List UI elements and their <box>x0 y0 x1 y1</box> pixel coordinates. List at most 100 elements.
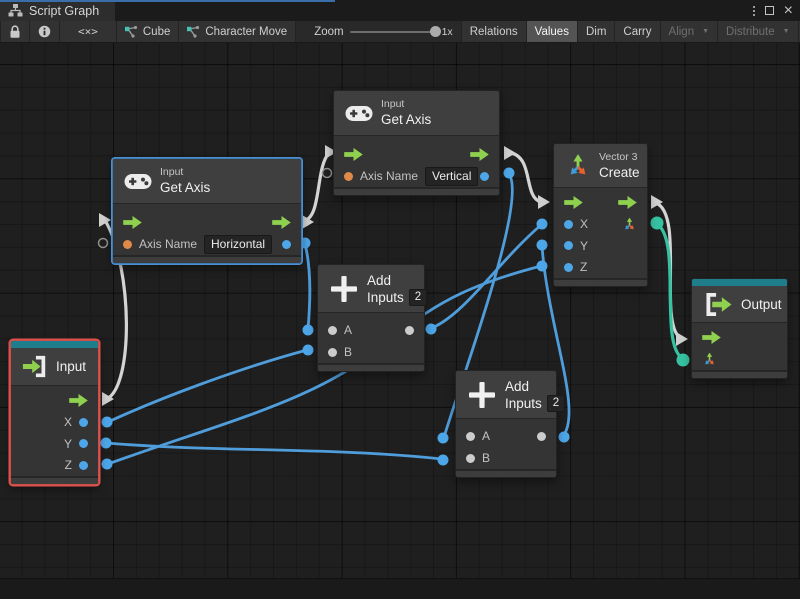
breadcrumb-cube[interactable]: Cube <box>117 21 180 42</box>
info-button[interactable] <box>30 21 60 42</box>
toggle-dim[interactable]: Dim <box>578 21 615 42</box>
vector3-mini-icon[interactable] <box>622 217 637 232</box>
port-label: X <box>64 415 72 429</box>
dot-blue-icon[interactable] <box>79 418 88 427</box>
dot-blue-icon[interactable] <box>79 461 88 470</box>
graph-icon <box>125 26 138 38</box>
node-vector3-create[interactable]: Vector 3CreateX YZ <box>553 143 648 287</box>
chevron-down-icon: ▼ <box>783 28 790 35</box>
port-label: A <box>344 323 352 337</box>
dot-gray-icon[interactable] <box>328 326 337 335</box>
dot-blue-icon[interactable] <box>564 220 573 229</box>
tab-script-graph[interactable]: Script Graph <box>0 0 115 21</box>
node-kind-label: Input <box>381 98 431 111</box>
window-menu-icon[interactable] <box>753 6 755 16</box>
inline-value-field[interactable]: Vertical <box>425 167 478 186</box>
inputs-count-badge[interactable]: 2 <box>409 289 427 306</box>
node-row <box>692 348 787 370</box>
node-header[interactable]: AddInputs2 <box>456 371 556 419</box>
node-row: B <box>456 447 556 469</box>
node-output[interactable]: Output <box>691 278 788 379</box>
dot-blue-icon[interactable] <box>480 172 489 181</box>
node-header[interactable]: AddInputs2 <box>318 265 424 313</box>
tab-title: Script Graph <box>29 4 99 18</box>
code-brackets-icon: <×> <box>78 25 98 38</box>
flow-icon[interactable] <box>123 216 142 229</box>
dot-orange-icon[interactable] <box>344 172 353 181</box>
lock-icon <box>9 25 21 39</box>
zoom-value: 1x <box>442 26 453 38</box>
node-row: Y <box>11 433 98 455</box>
flow-icon[interactable] <box>702 331 721 344</box>
script-graph-icon <box>8 4 23 17</box>
code-view-button[interactable]: <×> <box>60 21 117 42</box>
toggle-values[interactable]: Values <box>527 21 578 42</box>
dot-blue-icon[interactable] <box>282 240 291 249</box>
node-row <box>692 326 787 348</box>
node-title: Get Axis <box>381 111 431 128</box>
port-label: B <box>344 345 352 359</box>
breadcrumb-character-move[interactable]: Character Move <box>179 21 296 42</box>
dot-gray-icon[interactable] <box>328 348 337 357</box>
close-icon[interactable]: × <box>784 4 793 17</box>
node-header[interactable]: Input <box>11 348 98 386</box>
info-icon <box>38 25 51 38</box>
port-label: Y <box>580 239 588 253</box>
vector3-mini-icon[interactable] <box>702 352 717 367</box>
tab-bar: Script Graph × <box>0 0 800 21</box>
dot-gray-icon[interactable] <box>537 432 546 441</box>
dot-gray-icon[interactable] <box>405 326 414 335</box>
node-title: Input <box>56 358 86 375</box>
distribute-dropdown[interactable]: Distribute▼ <box>718 21 799 42</box>
node-header[interactable]: Output <box>692 286 787 323</box>
port-label: Z <box>65 458 72 472</box>
node-title: Create <box>599 164 640 181</box>
flow-icon[interactable] <box>69 394 88 407</box>
align-dropdown[interactable]: Align▼ <box>661 21 719 42</box>
node-header[interactable]: InputGet Axis <box>334 91 499 136</box>
dot-blue-icon[interactable] <box>564 263 573 272</box>
node-add-2[interactable]: AddInputs2AB <box>455 370 557 478</box>
zoom-slider-handle[interactable] <box>430 26 441 37</box>
inline-value-field[interactable]: Horizontal <box>204 235 272 254</box>
node-row: Axis NameVertical <box>334 165 499 187</box>
node-row <box>554 192 647 214</box>
dot-gray-icon[interactable] <box>466 432 475 441</box>
flow-icon[interactable] <box>618 196 637 209</box>
node-footer <box>11 476 98 484</box>
port-label: Z <box>580 260 587 274</box>
node-get-axis-horizontal[interactable]: InputGet Axis Axis Name Horizontal <box>112 158 302 264</box>
toggle-relations[interactable]: Relations <box>461 21 527 42</box>
io-node-strip <box>692 279 787 286</box>
zoom-slider[interactable] <box>350 31 436 33</box>
plus-icon <box>329 274 359 304</box>
node-header[interactable]: InputGet Axis <box>113 159 301 204</box>
node-row: X <box>11 412 98 434</box>
node-add-1[interactable]: AddInputs2 AB <box>317 264 425 372</box>
node-header[interactable]: Vector 3Create <box>554 144 647 188</box>
flow-icon[interactable] <box>344 148 363 161</box>
dot-blue-icon[interactable] <box>79 439 88 448</box>
maximize-icon[interactable] <box>765 6 774 15</box>
dot-gray-icon[interactable] <box>466 454 475 463</box>
flow-icon[interactable] <box>272 216 291 229</box>
dot-orange-icon[interactable] <box>123 240 132 249</box>
node-row: Z <box>11 455 98 477</box>
vector3-icon <box>565 153 591 179</box>
flow-icon[interactable] <box>470 148 489 161</box>
node-footer <box>456 469 556 477</box>
port-label: Axis Name <box>139 237 197 251</box>
lock-button[interactable] <box>0 21 30 42</box>
node-row: B <box>318 341 424 363</box>
node-get-axis-vertical[interactable]: InputGet Axis Axis NameVertical <box>333 90 500 196</box>
gamepad-icon <box>124 173 152 190</box>
node-row <box>334 143 499 165</box>
node-input[interactable]: Input XYZ <box>10 340 99 485</box>
plus-icon <box>467 380 497 410</box>
flow-icon[interactable] <box>564 196 583 209</box>
inputs-count-badge[interactable]: 2 <box>547 395 565 412</box>
node-kind-label: Input <box>160 166 210 179</box>
dot-blue-icon[interactable] <box>564 241 573 250</box>
focused-window-indicator <box>0 0 335 2</box>
toggle-carry[interactable]: Carry <box>615 21 660 42</box>
